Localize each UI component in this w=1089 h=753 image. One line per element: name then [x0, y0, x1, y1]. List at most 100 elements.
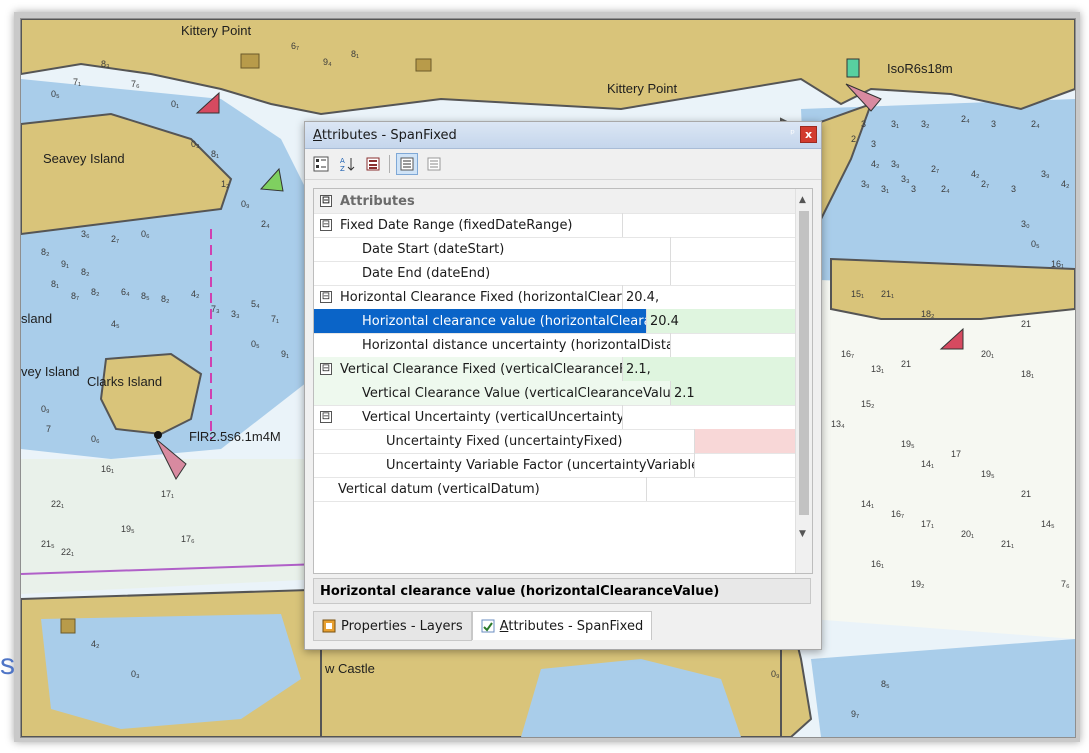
grid-row-vertical-clearance-fixed[interactable]: ⊟ Vertical Clearance Fixed (verticalClear…: [314, 357, 796, 382]
panel-titlebar[interactable]: Attributes - SpanFixed ᵖ x: [305, 122, 821, 149]
sounding-label: 8₅: [881, 679, 890, 689]
sounding-label: 0₁: [171, 99, 180, 109]
property-pages-icon[interactable]: [363, 154, 383, 174]
map-label-island-fragment: sland: [21, 311, 53, 326]
row-value[interactable]: 2.1,: [622, 357, 796, 381]
map-label-kittery-point-2: Kittery Point: [607, 81, 678, 96]
sounding-label: 7: [46, 424, 52, 434]
row-value[interactable]: [694, 453, 796, 477]
sounding-label: 14₁: [921, 459, 935, 469]
grid-row-vertical-clearance-value[interactable]: Vertical Clearance Value (verticalCleara…: [314, 381, 796, 406]
panel-tabs: Properties - Layers Attributes - SpanFix…: [313, 611, 653, 641]
row-value[interactable]: [694, 429, 796, 453]
property-grid[interactable]: ⊟ Attributes ⊟ Fixed Date Range (fixedDate…: [313, 188, 813, 574]
sounding-label: 14₅: [1041, 519, 1055, 529]
sounding-label: 21: [1021, 319, 1032, 329]
row-value[interactable]: [670, 237, 796, 261]
categorized-icon[interactable]: [311, 154, 331, 174]
sounding-label: 2₄: [941, 184, 950, 194]
sounding-label: 4₂: [1061, 179, 1070, 189]
toolbar-separator: [389, 155, 390, 173]
tab-label: Properties - Layers: [341, 618, 463, 634]
sounding-label: 13₁: [871, 364, 885, 374]
sounding-label: 2₇: [111, 234, 120, 244]
sounding-label: 20₁: [981, 349, 995, 359]
map-label-kittery-point: Kittery Point: [181, 23, 252, 38]
collapse-toggle-icon[interactable]: ⊟: [320, 411, 332, 423]
sounding-label: 16₁: [871, 559, 885, 569]
light-label-iso: IsoR6s18m: [887, 61, 953, 76]
sounding-label: 8₅: [141, 291, 150, 301]
sounding-label: 8₁: [211, 149, 220, 159]
collapse-toggle-icon[interactable]: ⊟: [320, 363, 332, 375]
sounding-label: 9₄: [323, 57, 332, 67]
collapse-toggle-icon[interactable]: ⊟: [320, 291, 332, 303]
sounding-label: 0₅: [1031, 239, 1040, 249]
sounding-label: 8₇: [71, 291, 80, 301]
row-value: [622, 189, 796, 213]
sounding-label: 3₀: [1021, 219, 1030, 229]
sounding-label: 3₉: [1041, 169, 1050, 179]
sounding-label: 6₇: [291, 41, 300, 51]
row-label: Fixed Date Range (fixedDateRange): [340, 217, 573, 233]
sounding-label: 8₂: [161, 294, 170, 304]
map-label-vey-island: vey Island: [21, 364, 80, 379]
row-value[interactable]: 2.1: [670, 381, 796, 405]
sounding-label: 13₄: [831, 419, 845, 429]
collapse-toggle-icon[interactable]: ⊟: [320, 219, 332, 231]
hide-values-icon[interactable]: [424, 154, 444, 174]
row-label: Vertical Clearance Fixed (verticalCleara…: [340, 361, 622, 377]
sounding-label: 4₂: [91, 639, 100, 649]
sounding-label: 2: [851, 134, 857, 144]
show-values-icon[interactable]: [396, 153, 418, 175]
row-value[interactable]: [622, 405, 796, 429]
panel-title: ttributes - SpanFixed: [321, 127, 457, 143]
row-value[interactable]: [622, 213, 796, 237]
grid-row-date-end[interactable]: Date End (dateEnd): [314, 261, 796, 286]
sounding-label: 0₆: [141, 229, 150, 239]
map-label-clarks-island: Clarks Island: [87, 374, 163, 389]
tab-label: ttributes - SpanFixed: [508, 618, 644, 634]
grid-row-horizontal-clearance-value[interactable]: Horizontal clearance value (horizontalCl…: [314, 309, 796, 334]
close-button[interactable]: x: [800, 126, 817, 143]
grid-row-category[interactable]: ⊟ Attributes: [314, 189, 796, 214]
sounding-label: 3₉: [891, 159, 900, 169]
sounding-label: 7₁: [73, 77, 82, 87]
grid-row-date-start[interactable]: Date Start (dateStart): [314, 237, 796, 262]
sounding-label: 17₁: [161, 489, 175, 499]
grid-row-horizontal-distance-uncertainty[interactable]: Horizontal distance uncertainty (horizon…: [314, 333, 796, 358]
row-value[interactable]: 20.4: [646, 309, 796, 333]
sounding-label: 21₁: [881, 289, 895, 299]
map-label-seavey-island: Seavey Island: [43, 151, 125, 166]
pin-icon[interactable]: ᵖ: [790, 127, 795, 140]
scroll-down-icon[interactable]: ▼: [799, 529, 806, 539]
sounding-label: 14₁: [861, 499, 875, 509]
sounding-label: 3: [1011, 184, 1017, 194]
sounding-label: 15₁: [851, 289, 865, 299]
sounding-label: 2₇: [981, 179, 990, 189]
collapse-toggle-icon[interactable]: ⊟: [320, 195, 332, 207]
row-value[interactable]: [646, 477, 796, 501]
grid-row-vertical-datum[interactable]: Vertical datum (verticalDatum): [314, 477, 796, 502]
grid-row-fixed-date-range[interactable]: ⊟ Fixed Date Range (fixedDateRange): [314, 213, 796, 238]
sounding-label: 7₁: [271, 314, 280, 324]
grid-row-vertical-uncertainty[interactable]: ⊟ Vertical Uncertainty (verticalUncertain…: [314, 405, 796, 430]
grid-row-horizontal-clearance-fixed[interactable]: ⊟ Horizontal Clearance Fixed (horizontalC…: [314, 285, 796, 310]
map-label-new-castle: w Castle: [325, 661, 375, 676]
row-value[interactable]: [670, 333, 796, 357]
vertical-scrollbar[interactable]: ▲ ▼: [795, 189, 812, 573]
row-value[interactable]: 20.4,: [622, 285, 796, 309]
sounding-label: 19₅: [981, 469, 995, 479]
sounding-label: 17₁: [921, 519, 935, 529]
tab-attributes-spanfixed[interactable]: Attributes - SpanFixed: [471, 611, 653, 640]
row-value[interactable]: [670, 261, 796, 285]
grid-row-uncertainty-variable-factor[interactable]: Uncertainty Variable Factor (uncertainty…: [314, 453, 796, 478]
scrollbar-thumb[interactable]: [799, 211, 809, 515]
tab-properties-layers[interactable]: Properties - Layers: [313, 611, 472, 641]
alphabetical-sort-icon[interactable]: AZ: [337, 154, 357, 174]
property-toolbar: AZ: [305, 149, 821, 180]
row-label: Vertical datum (verticalDatum): [338, 481, 540, 497]
scroll-up-icon[interactable]: ▲: [799, 195, 806, 205]
grid-row-uncertainty-fixed[interactable]: Uncertainty Fixed (uncertaintyFixed): [314, 429, 796, 454]
row-label: Horizontal distance uncertainty (horizon…: [362, 337, 670, 353]
